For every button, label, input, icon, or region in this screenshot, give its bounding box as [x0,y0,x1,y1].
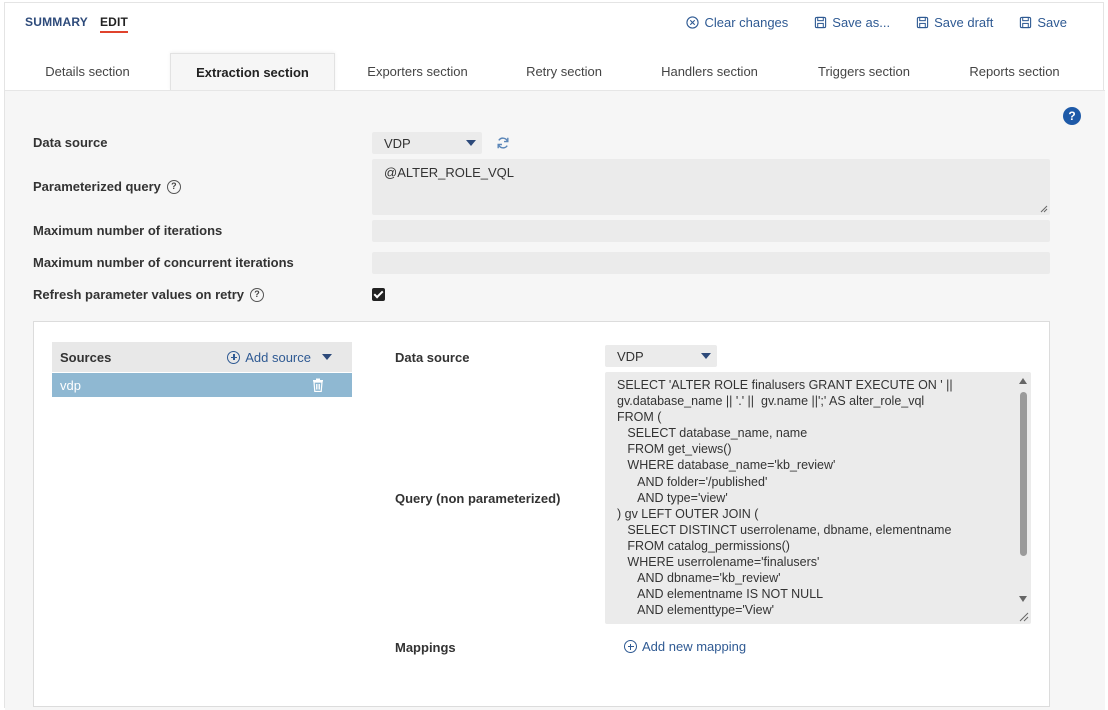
app-frame: SUMMARY EDIT Clear changes Save as... Sa… [4,2,1105,710]
query-line: SELECT 'ALTER ROLE finalusers GRANT EXEC… [617,378,953,392]
chevron-down-icon [695,345,717,367]
data-source-value: VDP [384,135,411,151]
query-line: AND folder='/published' [617,474,768,489]
query-line: WHERE userrolename='finalusers' [617,555,820,570]
tab-edit[interactable]: EDIT [99,15,129,33]
max-iterations-label: Maximum number of iterations [33,223,222,238]
tab-reports-section[interactable]: Reports section [937,53,1092,91]
resize-grip-icon[interactable] [1019,612,1029,622]
sources-panel: Sources Add source vdp Data source VDP Q… [33,321,1050,707]
source-data-source-label: Data source [395,350,470,365]
max-iterations-input[interactable] [372,220,1050,242]
save-draft-icon [916,16,929,29]
save-label: Save [1037,15,1067,30]
source-item-label: vdp [60,377,81,393]
query-text: SELECT 'ALTER ROLE finalusers GRANT EXEC… [617,377,1012,618]
query-line: SELECT database_name, name [617,426,808,441]
query-line: SELECT DISTINCT userrolename, dbname, el… [617,522,952,537]
resize-grip-icon[interactable] [1040,205,1048,213]
clear-icon [686,16,700,29]
tab-exporters-section[interactable]: Exporters section [335,53,500,91]
query-line: gv.database_name || '.' || gv.name ||';'… [617,394,925,409]
chevron-down-icon [322,354,332,360]
save-draft-button[interactable]: Save draft [916,15,993,30]
sources-title: Sources [60,349,112,365]
add-mapping-label: Add new mapping [642,639,747,654]
question-icon[interactable]: ? [166,179,181,194]
scroll-thumb[interactable] [1020,392,1027,556]
query-line: AND dbname='kb_review' [617,571,781,586]
query-scrollbar[interactable] [1015,372,1031,624]
query-line: FROM get_views() [617,442,732,457]
plus-icon [227,350,241,364]
query-line: FROM ( [617,410,662,425]
refresh-retry-checkbox[interactable] [372,288,385,301]
refresh-icon[interactable] [496,136,510,150]
scroll-down-icon[interactable] [1019,596,1027,602]
query-line: AND type='view' [617,490,728,505]
chevron-down-icon [460,132,482,154]
param-query-textarea[interactable]: @ALTER_ROLE_VQL [372,159,1050,215]
max-concurrent-label-text: Maximum number of concurrent iterations [33,255,294,270]
source-data-source-value: VDP [617,348,644,364]
refresh-retry-label-text: Refresh parameter values on retry [33,287,244,302]
tab-summary[interactable]: SUMMARY [25,15,88,33]
scroll-up-icon[interactable] [1019,378,1027,384]
data-source-label: Data source [33,135,107,150]
max-concurrent-label: Maximum number of concurrent iterations [33,255,294,270]
add-mapping-button[interactable]: Add new mapping [624,639,746,654]
query-textarea[interactable]: SELECT 'ALTER ROLE finalusers GRANT EXEC… [605,372,1031,624]
section-tabs: Details section Extraction section Expor… [5,53,1105,91]
data-source-label-text: Data source [33,135,108,150]
tab-retry-section[interactable]: Retry section [500,53,628,91]
sources-header: Sources Add source [52,342,352,372]
save-as-label: Save as... [832,15,891,30]
trash-icon[interactable] [312,378,324,392]
query-line: FROM catalog_permissions() [617,538,790,553]
help-icon[interactable]: ? [1063,107,1081,125]
refresh-retry-label: Refresh parameter values on retry ? [33,287,264,302]
question-icon[interactable]: ? [249,287,264,302]
save-as-button[interactable]: Save as... [814,15,890,30]
source-item-vdp[interactable]: vdp [52,373,352,397]
add-source-label: Add source [245,349,311,365]
max-iterations-label-text: Maximum number of iterations [33,223,223,238]
clear-changes-label: Clear changes [704,15,789,30]
save-button[interactable]: Save [1019,15,1067,30]
tab-extraction-section[interactable]: Extraction section [170,53,335,91]
mode-tabs: SUMMARY EDIT [25,15,129,33]
query-line: WHERE database_name='kb_review' [617,458,836,473]
save-draft-label: Save draft [934,15,994,30]
plus-icon [624,640,637,653]
query-line: AND elementname IS NOT NULL [617,587,824,602]
add-source-button[interactable]: Add source [227,342,332,372]
param-query-value: @ALTER_ROLE_VQL [384,165,515,180]
param-query-label-text: Parameterized query [33,179,161,194]
param-query-label: Parameterized query ? [33,179,181,194]
tab-details-section[interactable]: Details section [5,53,170,91]
query-line: AND elementtype='View' [617,603,775,618]
tab-handlers-section[interactable]: Handlers section [628,53,791,91]
tab-triggers-section[interactable]: Triggers section [791,53,937,91]
query-label: Query (non parameterized) [395,491,561,506]
mappings-label: Mappings [395,640,456,655]
max-concurrent-input[interactable] [372,252,1050,274]
query-line: ) gv LEFT OUTER JOIN ( [617,506,759,521]
save-as-icon [815,16,827,29]
top-actions: Clear changes Save as... Save draft Save [686,15,1067,30]
clear-changes-button[interactable]: Clear changes [686,15,788,30]
source-data-source-select[interactable]: VDP [605,345,717,367]
data-source-select[interactable]: VDP [372,132,482,154]
save-icon [1020,16,1032,29]
